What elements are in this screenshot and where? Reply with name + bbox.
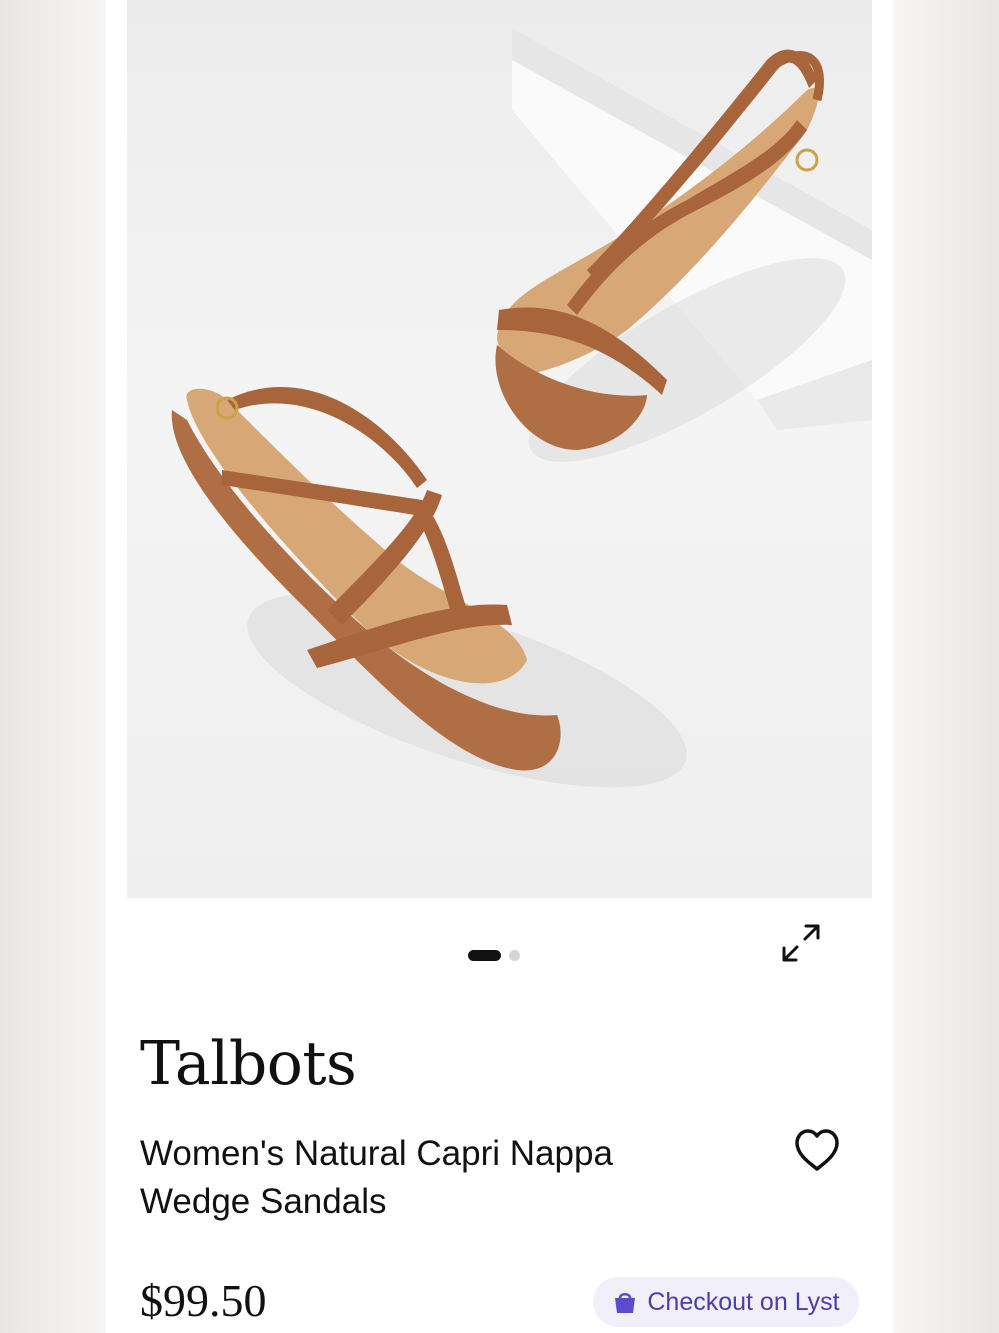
product-image[interactable] <box>127 0 872 898</box>
checkout-button[interactable]: Checkout on Lyst <box>593 1277 859 1327</box>
checkout-label: Checkout on Lyst <box>647 1287 840 1316</box>
pager-dot[interactable] <box>509 949 520 961</box>
product-title: Women's Natural Capri Nappa Wedge Sandal… <box>140 1134 613 1221</box>
product-card: Talbots Women's Natural Capri Nappa Wedg… <box>106 0 893 1333</box>
product-price: $99.50 <box>140 1275 267 1326</box>
brand-name[interactable]: Talbots <box>140 1028 357 1100</box>
image-pager <box>468 949 520 961</box>
shopping-bag-icon <box>615 1292 636 1313</box>
wishlist-button[interactable] <box>791 1125 843 1177</box>
expand-image-button[interactable] <box>776 918 826 968</box>
expand-icon <box>782 924 820 962</box>
heart-icon <box>795 1129 839 1171</box>
sandals-illustration <box>171 28 872 788</box>
pager-dot-active[interactable] <box>468 949 501 961</box>
